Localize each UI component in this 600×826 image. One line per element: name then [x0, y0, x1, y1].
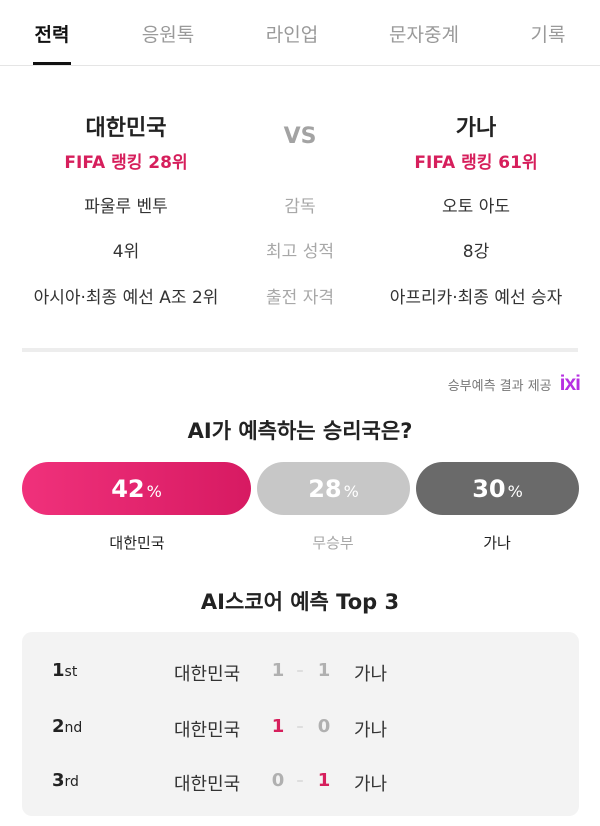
tab-bar: 전력 응원톡 라인업 문자중계 기록: [0, 0, 600, 66]
prediction-provider: 승부예측 결과 제공 ixi: [447, 372, 581, 396]
home-best-result: 4위: [112, 242, 140, 262]
score-row-away: 가나: [354, 664, 388, 685]
score-row-away: 가나: [354, 720, 388, 741]
vs-label: VS: [283, 124, 317, 149]
score-row-home: 대한민국: [174, 720, 241, 741]
home-team-name: 대한민국: [85, 116, 167, 141]
score-row-home: 대한민국: [174, 774, 241, 795]
away-fifa-rank: FIFA 랭킹 61위: [414, 153, 538, 173]
score-away-goals: 1: [317, 660, 331, 681]
score-dash: –: [296, 773, 304, 789]
prediction-label-home: 대한민국: [109, 534, 165, 552]
prediction-bar-home[interactable]: 42%: [22, 462, 251, 515]
prediction-bar-away[interactable]: 30%: [416, 462, 579, 515]
ai-winner-title: AI가 예측하는 승리국은?: [187, 419, 413, 443]
prediction-bar-draw[interactable]: 28%: [257, 462, 410, 515]
score-prediction-list: 1st 대한민국 1 – 1 가나 2nd 대한민국 1 – 0 가나 3rd …: [22, 632, 579, 816]
score-home-goals: 0: [271, 770, 285, 791]
tab-records[interactable]: 기록: [531, 20, 566, 47]
coach-label: 감독: [284, 197, 316, 217]
score-home-goals: 1: [271, 660, 285, 681]
provider-text: 승부예측 결과 제공: [447, 378, 552, 394]
score-row-away: 가나: [354, 774, 388, 795]
rank-2: 2nd: [52, 716, 83, 737]
score-dash: –: [296, 719, 304, 735]
tab-text-broadcast[interactable]: 문자중계: [389, 20, 459, 47]
qualification-label: 출전 자격: [266, 288, 334, 308]
home-qualification: 아시아·최종 예선 A조 2위: [33, 288, 219, 308]
score-away-goals: 0: [317, 716, 331, 737]
score-away-goals: 1: [317, 770, 331, 791]
away-best-result: 8강: [462, 242, 490, 262]
away-coach: 오토 아도: [442, 197, 510, 217]
home-fifa-rank: FIFA 랭킹 28위: [64, 153, 188, 173]
tab-power[interactable]: 전력: [35, 20, 70, 47]
score-dash: –: [296, 663, 304, 679]
prediction-label-draw: 무승부: [312, 534, 354, 552]
score-home-goals: 1: [271, 716, 285, 737]
rank-1: 1st: [52, 660, 78, 681]
away-team-name: 가나: [455, 116, 497, 141]
rank-3: 3rd: [52, 770, 79, 791]
draw-percent: 28: [308, 474, 342, 503]
away-win-percent: 30: [472, 474, 506, 503]
home-win-percent: 42: [111, 474, 145, 503]
prediction-label-away: 가나: [483, 534, 511, 552]
home-coach: 파울루 벤투: [84, 197, 168, 217]
score-row-home: 대한민국: [174, 664, 241, 685]
percent-unit: %: [507, 481, 523, 501]
section-divider: [22, 348, 578, 352]
tab-lineup[interactable]: 라인업: [266, 20, 318, 47]
percent-unit: %: [343, 481, 359, 501]
best-result-label: 최고 성적: [266, 242, 334, 262]
active-tab-indicator: [33, 62, 71, 65]
percent-unit: %: [146, 481, 162, 501]
away-qualification: 아프리카·최종 예선 승자: [389, 288, 563, 308]
tab-cheer-talk[interactable]: 응원톡: [142, 20, 194, 47]
ixi-logo[interactable]: ixi: [560, 372, 581, 396]
ai-score-title: AI스코어 예측 Top 3: [200, 590, 400, 614]
